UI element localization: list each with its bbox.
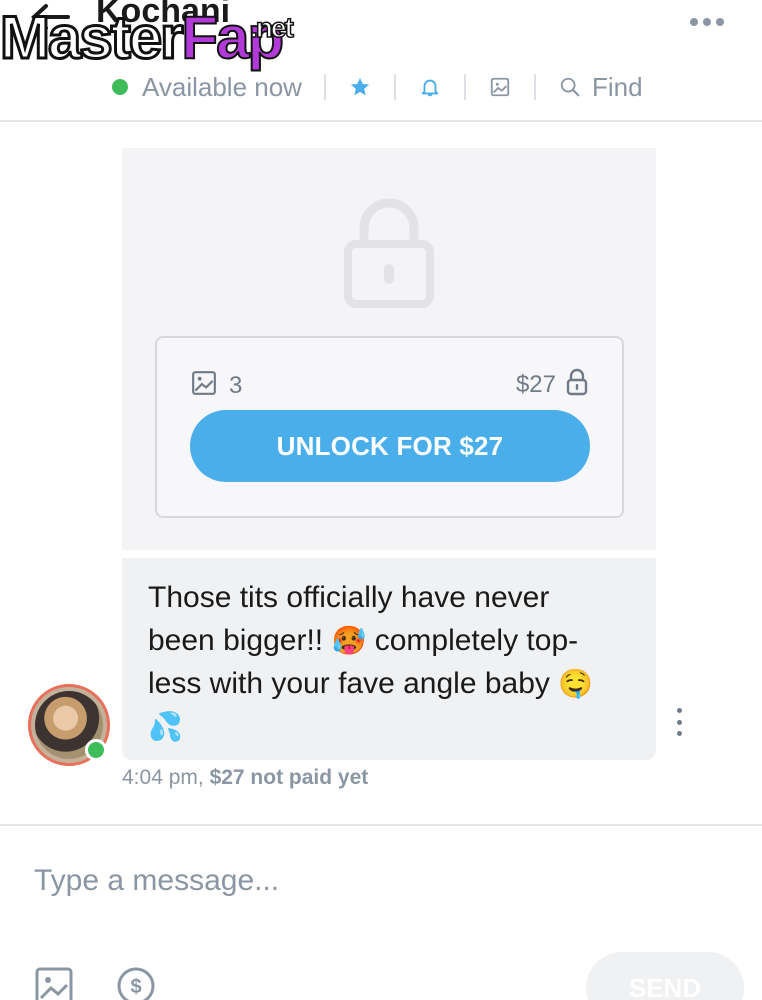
media-count-value: 3 <box>229 371 243 399</box>
message-bubble: Those tits officially have never been bi… <box>122 558 656 760</box>
online-indicator <box>112 79 128 95</box>
divider <box>0 824 762 826</box>
kebab-icon[interactable] <box>674 708 684 736</box>
bell-icon[interactable] <box>418 75 442 99</box>
search-icon[interactable] <box>558 75 582 99</box>
hot-face-emoji: 🥵 <box>331 625 367 656</box>
message-time: 4:04 pm, <box>122 766 204 789</box>
divider <box>323 74 326 100</box>
message-text: Those tits officially have never been bi… <box>148 581 594 742</box>
image-icon[interactable] <box>488 75 512 99</box>
drooling-face-emoji: 🤤 <box>558 668 594 699</box>
chat-header: Kochani MasterFap .net Available now Fin… <box>0 0 762 122</box>
unlock-panel: 3 $27 UNLOCK FOR $27 <box>155 336 624 518</box>
online-indicator <box>85 739 107 761</box>
watermark-logo: MasterFap .net <box>0 4 295 71</box>
price-value: $27 <box>515 370 556 398</box>
message-input[interactable] <box>34 856 724 906</box>
lock-icon <box>344 196 434 308</box>
find-label[interactable]: Find <box>592 72 643 103</box>
status-toolbar: Available now Find <box>112 70 643 104</box>
price-tag: $27 <box>516 368 588 401</box>
lock-icon <box>566 368 588 401</box>
svg-text:$: $ <box>130 976 141 998</box>
more-icon[interactable] <box>690 12 730 32</box>
unlock-button[interactable]: UNLOCK FOR $27 <box>190 410 590 482</box>
sweat-droplets-emoji: 💦 <box>148 711 183 742</box>
dollar-icon[interactable]: $ <box>116 966 156 1000</box>
message-meta: 4:04 pm, $27 not paid yet <box>122 766 368 790</box>
availability-status: Available now <box>142 71 302 102</box>
image-icon <box>191 370 217 401</box>
image-icon[interactable] <box>34 966 74 1000</box>
divider <box>463 74 466 100</box>
divider <box>533 74 536 100</box>
payment-status: $27 not paid yet <box>209 766 369 789</box>
divider <box>393 74 396 100</box>
star-icon[interactable] <box>348 75 372 99</box>
send-button[interactable]: SEND <box>586 952 744 1000</box>
media-count: 3 <box>191 370 242 401</box>
locked-media-card: 3 $27 UNLOCK FOR $27 <box>122 148 656 550</box>
